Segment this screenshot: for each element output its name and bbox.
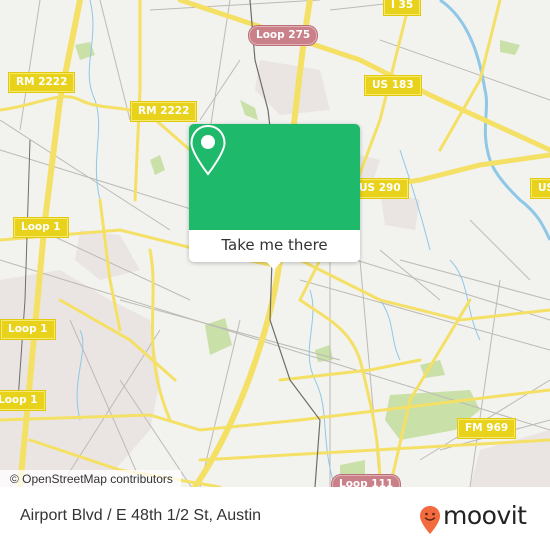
road-label-loop1-c: Loop 1 bbox=[0, 391, 45, 410]
road-label-i35: I 35 bbox=[384, 0, 421, 15]
road-label-loop1-b: Loop 1 bbox=[1, 320, 55, 339]
road-label-us183: US 183 bbox=[365, 76, 421, 95]
popup-pointer bbox=[266, 261, 282, 270]
moovit-logo[interactable]: moovit bbox=[419, 501, 539, 535]
moovit-wordmark: moovit bbox=[443, 501, 527, 530]
map-card: RM 2222 RM 2222 Loop 275 I 35 US 183 US … bbox=[0, 0, 550, 550]
moovit-smiley-pin-icon bbox=[420, 506, 440, 534]
road-label-loop111: Loop 111 bbox=[332, 475, 401, 487]
location-title: Airport Blvd / E 48th 1/2 St, Austin bbox=[20, 507, 262, 524]
road-label-fm969: FM 969 bbox=[458, 419, 516, 438]
road-label-us-east: US bbox=[531, 179, 550, 198]
road-label-us290: US 290 bbox=[352, 179, 408, 198]
road-label-rm2222-east: RM 2222 bbox=[131, 102, 197, 121]
road-label-loop1-a: Loop 1 bbox=[14, 218, 68, 237]
location-pin-icon bbox=[190, 124, 226, 176]
map-view[interactable]: RM 2222 RM 2222 Loop 275 I 35 US 183 US … bbox=[0, 0, 550, 487]
footer-bar: Airport Blvd / E 48th 1/2 St, Austin moo… bbox=[0, 487, 550, 550]
road-label-rm2222-west: RM 2222 bbox=[9, 73, 75, 92]
destination-popup: Take me there bbox=[189, 124, 360, 270]
osm-attribution[interactable]: © OpenStreetMap contributors bbox=[0, 470, 181, 487]
popup-header bbox=[189, 124, 360, 230]
take-me-there-button[interactable]: Take me there bbox=[189, 230, 360, 262]
road-label-loop275: Loop 275 bbox=[249, 26, 318, 45]
